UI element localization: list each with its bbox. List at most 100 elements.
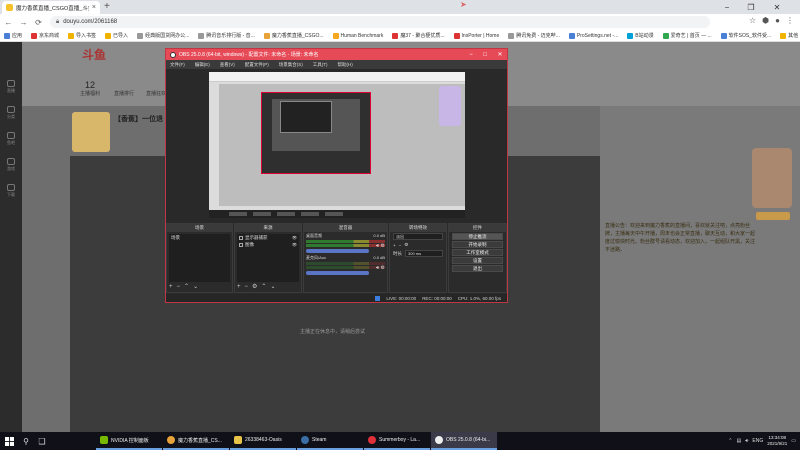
volume-icon[interactable]: 🔊︎ [745, 438, 748, 444]
exit-button[interactable]: 退出 [452, 265, 503, 272]
nav-item[interactable]: 直播 [0, 74, 22, 100]
profile-avatar[interactable]: ● [775, 16, 780, 25]
minimize-button[interactable]: − [716, 0, 738, 14]
taskbar-item[interactable]: OBS 25.0.8 (64-bi... [431, 432, 497, 450]
volume-slider[interactable] [306, 271, 369, 275]
source-item[interactable]: 显示器捕获 👁︎ [237, 234, 299, 241]
add-source-button[interactable]: + [237, 283, 241, 291]
bookmark-item[interactable]: 腾讯音乐排行版 - 音... [198, 32, 255, 39]
clock[interactable]: 13:34:08 2021/9/21 [767, 435, 787, 447]
gift-banner[interactable] [752, 148, 792, 208]
nav-item[interactable]: 鱼吧 [0, 126, 22, 152]
remove-scene-button[interactable]: − [177, 283, 181, 291]
taskbar-item[interactable]: NVIDIA 控制面板 [96, 432, 162, 450]
studio-mode-button[interactable]: 工作室模式 [452, 249, 503, 256]
audio-level-meter [306, 244, 385, 247]
bookmark-item[interactable]: 腾讯免费 - 迈克哔... [508, 32, 560, 39]
bookmark-item[interactable]: 经典版国货网办公... [137, 32, 189, 39]
obs-menu-help[interactable]: 帮助(H) [338, 62, 353, 68]
obs-menu-edit[interactable]: 编辑(E) [195, 62, 210, 68]
bookmark-item[interactable]: ProSettings.net -... [568, 32, 618, 39]
bookmark-item[interactable]: 魔37 - 聚合梗优质... [392, 32, 445, 39]
task-view-icon[interactable]: ❑ [34, 432, 50, 450]
nav-item[interactable]: 分类 [0, 100, 22, 126]
menu-icon[interactable]: ⋮ [786, 16, 794, 25]
obs-menu-scene-collection[interactable]: 场景集合(S) [279, 62, 303, 68]
bookmark-item[interactable]: 导入书签 [68, 32, 96, 39]
notification-icon[interactable]: ▭ [791, 438, 796, 444]
back-button[interactable]: ← [4, 18, 13, 27]
taskbar-item[interactable]: Steam [297, 432, 363, 450]
reload-button[interactable]: ⟳ [34, 18, 43, 27]
settings-gear-icon[interactable]: ⚙ [381, 243, 385, 249]
header-stat[interactable]: 12 主播福利 [80, 80, 100, 97]
transition-select[interactable]: 淡出 [393, 233, 443, 240]
stop-streaming-button[interactable]: 停止推流 [452, 233, 503, 240]
duration-input[interactable]: 300 ms [405, 250, 443, 257]
remove-transition-button[interactable]: − [399, 243, 402, 248]
visibility-eye-icon[interactable]: 👁︎ [292, 242, 297, 247]
start-recording-button[interactable]: 开始录制 [452, 241, 503, 248]
taskbar-item[interactable]: 26338463-Oasis [230, 432, 296, 450]
tray-expand-icon[interactable]: ⌃ [728, 438, 732, 444]
move-up-button[interactable]: ⌃ [184, 283, 189, 291]
bookmark-item[interactable]: 应用 [4, 32, 22, 39]
new-tab-button[interactable]: + [104, 1, 110, 12]
transition-settings-gear-icon[interactable]: ⚙ [404, 242, 408, 248]
taskbar-item[interactable]: 魔力香蕉直播_CS... [163, 432, 229, 450]
add-scene-button[interactable]: + [169, 283, 173, 291]
bookmark-item[interactable]: 软件SOS_软件受... [720, 32, 771, 39]
volume-slider[interactable] [306, 249, 369, 253]
bookmark-item[interactable]: InsPorter | Home [453, 32, 499, 39]
nav-item[interactable]: 下载 [0, 178, 22, 204]
obs-minimize-button[interactable]: − [464, 49, 478, 60]
close-window-button[interactable]: ✕ [766, 0, 788, 14]
speaker-icon[interactable]: 🔊︎ [376, 265, 379, 271]
input-language[interactable]: ENG [752, 438, 763, 444]
taskbar-item[interactable]: Summerboy - La... [364, 432, 430, 450]
bookmark-star-icon[interactable]: ☆ [749, 16, 756, 25]
move-down-button[interactable]: ⌄ [193, 283, 198, 291]
obs-close-button[interactable]: ✕ [493, 49, 507, 60]
search-icon[interactable]: ⚲ [18, 432, 34, 450]
bookmark-item[interactable]: B站动漫 [627, 32, 654, 39]
obs-menu-tools[interactable]: 工具(T) [313, 62, 328, 68]
source-settings-gear-icon[interactable]: ⚙ [252, 283, 257, 291]
streamer-avatar[interactable] [72, 112, 110, 152]
network-icon[interactable]: ▤ [737, 438, 742, 444]
extension-icon[interactable]: ⬢ [762, 16, 769, 25]
visibility-eye-icon[interactable]: 👁︎ [292, 235, 297, 240]
bookmark-item[interactable]: 已导入 [105, 32, 128, 39]
bookmark-item[interactable]: 京东商城 [31, 32, 59, 39]
douyu-logo[interactable]: 斗鱼 [82, 46, 106, 63]
scene-item[interactable]: 场景 [169, 234, 230, 241]
bookmark-item[interactable]: 爱奇艺 | 首页 — ... [662, 32, 712, 39]
maximize-button[interactable]: ❐ [740, 0, 762, 14]
settings-button[interactable]: 设置 [452, 257, 503, 264]
obs-menu-profile[interactable]: 配置文件(P) [245, 62, 269, 68]
bookmark-item[interactable]: Human Benchmark [332, 32, 383, 39]
move-down-button[interactable]: ⌄ [270, 283, 275, 291]
remove-source-button[interactable]: − [245, 283, 249, 291]
obs-menu-view[interactable]: 查看(V) [220, 62, 235, 68]
obs-maximize-button[interactable]: □ [478, 49, 492, 60]
obs-menu-file[interactable]: 文件(F) [170, 62, 185, 68]
obs-preview[interactable] [209, 72, 465, 218]
header-stat[interactable]: 直播排行 [114, 80, 134, 97]
other-bookmarks[interactable]: 其他 [780, 32, 798, 39]
start-button[interactable] [0, 432, 18, 450]
forward-button[interactable]: → [19, 18, 28, 27]
address-bar[interactable]: 🔒︎ douyu.com/2061168 [50, 16, 710, 28]
bookmark-item[interactable]: 魔力香蕉直播_CSGO... [263, 32, 324, 39]
nav-item[interactable]: 游戏 [0, 152, 22, 178]
settings-gear-icon[interactable]: ⚙ [381, 265, 385, 271]
header-stat[interactable]: 直播狂欢 [146, 80, 166, 97]
close-tab-icon[interactable]: × [92, 4, 96, 11]
source-item[interactable]: 图像 👁︎ [237, 241, 299, 248]
add-transition-button[interactable]: + [393, 243, 396, 248]
gift-banner-button[interactable] [756, 212, 790, 220]
speaker-icon[interactable]: 🔊︎ [376, 243, 379, 249]
browser-tab[interactable]: 魔力香蕉直播_CSGO直播_斗鱼 × [2, 1, 100, 14]
obs-titlebar[interactable]: OBS 25.0.8 (64-bit, windows) - 配置文件: 未命名… [166, 49, 507, 60]
move-up-button[interactable]: ⌃ [261, 283, 266, 291]
